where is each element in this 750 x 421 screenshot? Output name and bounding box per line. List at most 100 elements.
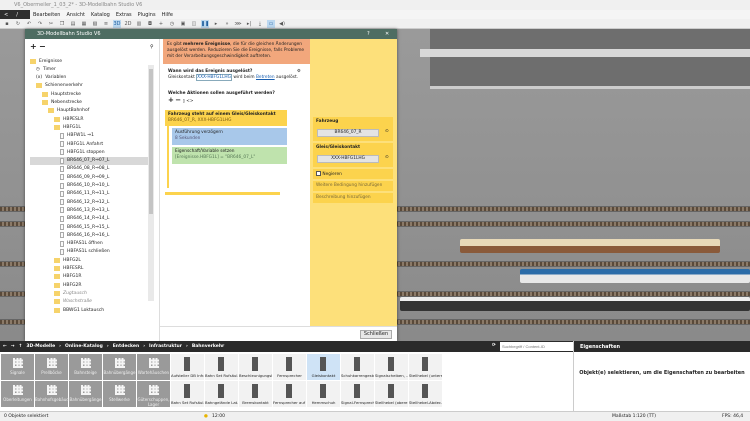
clock-icon[interactable]: ◷ bbox=[168, 20, 176, 28]
catalog-item[interactable]: Bahn Set Rufsäul... bbox=[171, 381, 204, 407]
tree-item[interactable]: BR646_10_R⇒10_L bbox=[60, 182, 109, 190]
tree-item[interactable]: BR646_08_R⇒08_L bbox=[60, 165, 109, 173]
tree-item[interactable]: HBFG2L bbox=[54, 256, 81, 264]
sound-icon[interactable]: ◀) bbox=[278, 20, 286, 28]
catalog-category[interactable]: Prellböcke bbox=[35, 354, 68, 380]
vehicle-field[interactable]: BR646_07_R bbox=[317, 129, 379, 137]
menu-bearbeiten[interactable]: Bearbeiten bbox=[30, 12, 63, 18]
cut-icon[interactable]: ✂ bbox=[47, 20, 55, 28]
catalog-item[interactable]: Gleiskontakt bbox=[307, 354, 340, 380]
crumb-infrastruktur[interactable]: Infrastruktur bbox=[149, 344, 182, 349]
view-2d-icon[interactable]: 2D bbox=[124, 20, 132, 28]
tree-item[interactable]: BR646_09_R⇒09_L bbox=[60, 173, 109, 181]
catalog-item[interactable]: Bahn Set Rufsäul... bbox=[205, 354, 238, 380]
tree-item[interactable]: Hauptstrecke bbox=[42, 90, 81, 98]
crumb-bahnverkehr[interactable]: Bahnverkehr bbox=[192, 344, 224, 349]
tree-item[interactable]: BR646_11_R⇒11_L bbox=[60, 190, 109, 198]
settings-icon[interactable]: ⚙ bbox=[297, 69, 301, 75]
tree-item[interactable]: BR646_15_R⇒15_L bbox=[60, 223, 109, 231]
tree-item[interactable]: Nebenstrecke bbox=[42, 99, 82, 107]
add-description-link[interactable]: Beschreibung hinzufügen bbox=[313, 193, 393, 203]
tree-item[interactable]: HBPESLR bbox=[54, 115, 84, 123]
forward-icon[interactable]: → bbox=[11, 344, 15, 349]
redo-icon[interactable]: ↷ bbox=[36, 20, 44, 28]
add-condition-link[interactable]: Weitere Bedingung hinzufügen bbox=[313, 181, 393, 191]
catalog-item[interactable]: Aufsteller DB Infr... bbox=[171, 354, 204, 380]
crumb-online-katalog[interactable]: Online-Katalog bbox=[65, 344, 103, 349]
tree-item[interactable]: Zugtausch bbox=[54, 289, 87, 297]
time-display[interactable]: 12:00 bbox=[212, 414, 225, 419]
add-icon[interactable]: + bbox=[30, 42, 37, 51]
catalog-category[interactable]: Bahnübergänge bbox=[69, 381, 102, 407]
group-icon[interactable]: ▦ bbox=[80, 20, 88, 28]
faster-icon[interactable]: ⋙ bbox=[234, 20, 242, 28]
catalog-category[interactable]: Stellwerke bbox=[103, 381, 136, 407]
catalog-item[interactable]: Stellhebel-Abdec... bbox=[409, 381, 442, 407]
catalog-item[interactable]: Schuhkarrengestell bbox=[341, 354, 374, 380]
menu-ansicht[interactable]: Ansicht bbox=[63, 12, 87, 18]
close-button[interactable]: Schließen bbox=[360, 330, 392, 339]
delay-action[interactable]: Ausführung verzögern 8 Sekunden bbox=[172, 128, 287, 145]
train-dark[interactable] bbox=[400, 297, 750, 311]
tree-item[interactable]: HauptBahnhof bbox=[48, 107, 89, 115]
tree-item[interactable]: HBFAS1L öffnen bbox=[60, 240, 103, 248]
add-icon[interactable]: + bbox=[157, 20, 165, 28]
tree-item[interactable]: HBFG2R bbox=[54, 281, 82, 289]
fast-forward-icon[interactable]: » bbox=[223, 20, 231, 28]
target-icon[interactable]: ⊙ bbox=[385, 129, 389, 135]
add-action-icon[interactable]: + bbox=[168, 96, 174, 104]
tree-item[interactable]: BR646_12_R⇒12_L bbox=[60, 198, 109, 206]
ungroup-icon[interactable]: ▧ bbox=[91, 20, 99, 28]
undo-icon[interactable]: ↶ bbox=[25, 20, 33, 28]
refresh-icon[interactable]: ↻ bbox=[14, 20, 22, 28]
catalog-category[interactable]: Wartehäuschen bbox=[137, 354, 170, 380]
tree-item[interactable]: BBWG1 Loktausch bbox=[54, 306, 104, 314]
search-icon[interactable]: ⚲ bbox=[150, 44, 154, 50]
help-button[interactable]: ? bbox=[367, 31, 370, 37]
tree-item[interactable]: HBFG1L bbox=[54, 123, 81, 131]
target-icon[interactable]: ⊙ bbox=[385, 155, 389, 161]
copy-icon[interactable]: ▯ bbox=[183, 99, 185, 104]
up-icon[interactable]: ↑ bbox=[19, 344, 23, 349]
back-icon[interactable]: ← bbox=[3, 344, 7, 349]
crumb-3d-modelle[interactable]: 3D-Modelle bbox=[26, 344, 55, 349]
catalog-category[interactable]: Oberleitungen bbox=[1, 381, 34, 407]
set-variable-action[interactable]: Eigenschaft/Variable setzen [Ereignisse.… bbox=[172, 147, 287, 164]
tree-item[interactable]: Schienenverkehr bbox=[36, 82, 83, 90]
catalog-item[interactable]: Stellhebel (obere ... bbox=[375, 381, 408, 407]
catalog-item[interactable]: Signal-Fernsprecher bbox=[341, 381, 374, 407]
catalog-category[interactable]: Bahnübergänge bbox=[103, 354, 136, 380]
catalog-category[interactable]: Bahnsteige bbox=[69, 354, 102, 380]
tree-item[interactable]: BR646_16_R⇒16_L bbox=[60, 231, 109, 239]
catalog-item[interactable]: Beschleunigungsk... bbox=[239, 354, 272, 380]
track-contact-link[interactable]: XXX-HBFG1LHG bbox=[196, 74, 232, 81]
lock-icon[interactable]: ◘ bbox=[146, 20, 154, 28]
tree-item[interactable]: Waschstraße bbox=[54, 298, 92, 306]
close-icon[interactable]: ✕ bbox=[385, 31, 389, 37]
tree-item[interactable]: BR646_14_R⇒14_L bbox=[60, 215, 109, 223]
tree-item[interactable]: BR646_07_R⇒07_L bbox=[30, 156, 148, 165]
negate-checkbox[interactable] bbox=[316, 171, 321, 176]
catalog-category[interactable]: Signale bbox=[1, 354, 34, 380]
pause-icon[interactable]: ❚❚ bbox=[201, 19, 209, 28]
search-input[interactable] bbox=[500, 342, 573, 351]
tree-item[interactable]: BR646_13_R⇒13_L bbox=[60, 206, 109, 214]
condition-block[interactable]: Fahrzeug steht auf einem Gleis/Gleiskont… bbox=[165, 110, 287, 126]
remove-action-icon[interactable]: − bbox=[175, 96, 181, 104]
list-icon[interactable]: ≡ bbox=[102, 20, 110, 28]
tree-item[interactable]: HBFG1R bbox=[54, 273, 82, 281]
scrollbar[interactable] bbox=[148, 65, 154, 301]
window-icon[interactable]: ▣ bbox=[179, 20, 187, 28]
catalog-category[interactable]: Bahnhofsgebäude bbox=[35, 381, 71, 407]
crumb-entdecken[interactable]: Entdecken bbox=[113, 344, 140, 349]
catalog-item[interactable]: Bahngelände Lat... bbox=[205, 381, 238, 407]
train-red-cream[interactable] bbox=[460, 239, 720, 253]
tree-item[interactable]: HBFG1L stoppen bbox=[60, 148, 105, 156]
tree-item[interactable]: HBFW1L ⇒1 bbox=[60, 132, 94, 140]
tree-item[interactable]: HBFESRL bbox=[54, 265, 83, 273]
skip-end-icon[interactable]: ▸| bbox=[245, 20, 253, 28]
copy-icon[interactable]: ❐ bbox=[58, 20, 66, 28]
catalog-item[interactable]: Fernsprecher auf ... bbox=[273, 381, 306, 407]
edit-mode-icon[interactable]: / bbox=[16, 12, 18, 18]
download-icon[interactable]: ⤓ bbox=[256, 20, 264, 28]
